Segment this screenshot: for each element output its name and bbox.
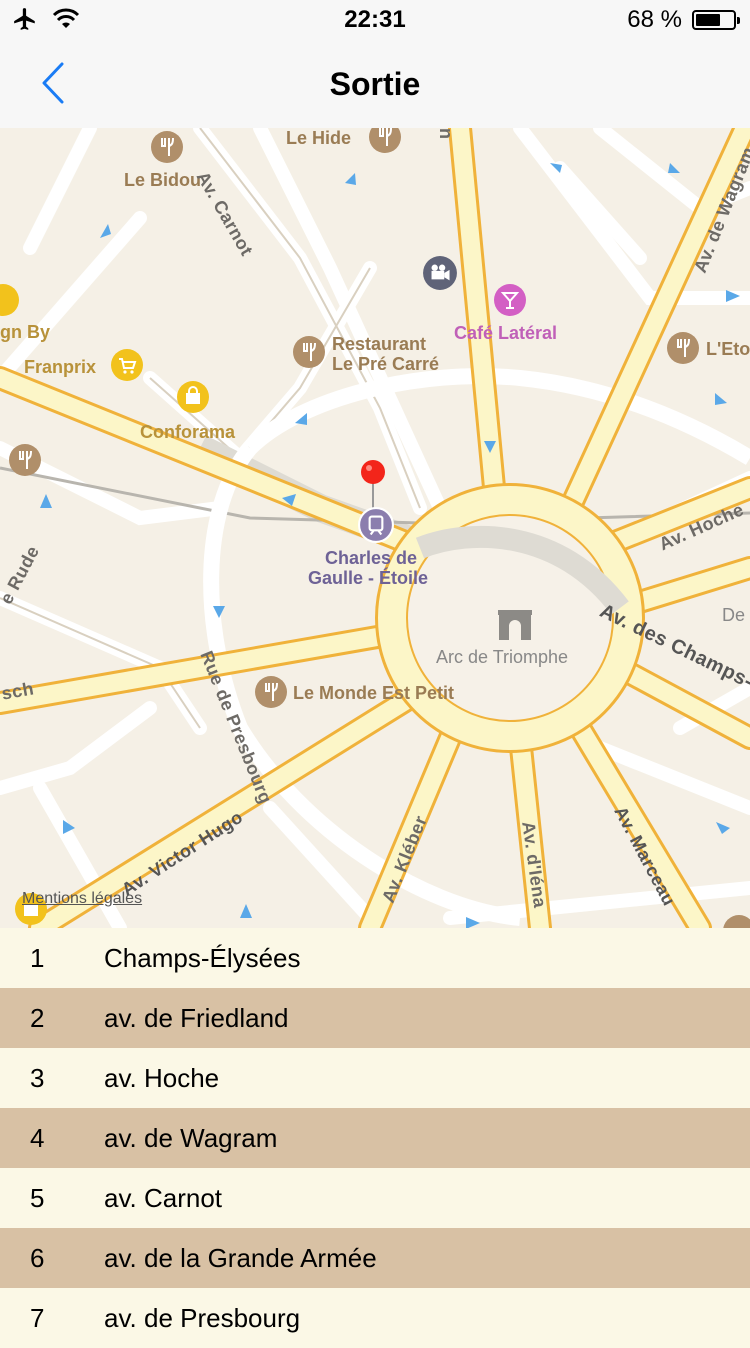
exit-number: 1 (30, 942, 45, 973)
poi-de: De (722, 605, 746, 625)
exit-row[interactable]: 2 av. de Friedland (0, 988, 750, 1048)
exit-name: av. Hoche (104, 1062, 220, 1093)
exit-row[interactable]: 6 av. de la Grande Armée (0, 1228, 750, 1288)
poi-restaurant-line2[interactable]: Le Pré Carré (332, 354, 439, 374)
restaurant-icon[interactable] (8, 443, 42, 477)
restaurant-icon[interactable] (722, 914, 750, 928)
exit-number: 2 (30, 1002, 45, 1033)
exit-number: 7 (30, 1302, 45, 1333)
exit-row[interactable]: 3 av. Hoche (0, 1048, 750, 1108)
poi-arc-de-triomphe[interactable]: Arc de Triomphe (436, 647, 568, 667)
battery-icon (692, 10, 740, 30)
shopping-bag-icon[interactable] (176, 380, 210, 414)
exit-row[interactable]: 4 av. de Wagram (0, 1108, 750, 1168)
exit-list: 1 Champs-Élysées 2 av. de Friedland 3 av. Hoc… (0, 928, 750, 1348)
poi-l-eto[interactable]: L'Eto (706, 339, 750, 359)
exit-row[interactable]: 7 av. de Presbourg (0, 1288, 750, 1348)
arc-de-triomphe-icon (498, 610, 532, 640)
poi-cafe-lateral[interactable]: Café Latéral (454, 323, 557, 343)
exit-name: av. de la Grande Armée (104, 1242, 377, 1273)
restaurant-icon[interactable] (292, 335, 326, 369)
poi-le-hide[interactable]: Le Hide (286, 128, 351, 148)
exit-number: 3 (30, 1062, 45, 1093)
restaurant-icon[interactable] (368, 128, 402, 154)
station-label-line2[interactable]: Gaulle - Étoile (308, 568, 428, 588)
exit-row[interactable]: 1 Champs-Élysées (0, 928, 750, 988)
exit-number: 4 (30, 1122, 45, 1153)
metro-station-icon[interactable] (358, 507, 394, 543)
station-label-line1[interactable]: Charles de (325, 548, 417, 568)
battery-percentage: 68 % (627, 6, 682, 33)
status-right: 68 % (627, 6, 740, 34)
navigation-bar: Sortie (0, 40, 750, 129)
shopping-cart-icon[interactable] (110, 348, 144, 382)
exit-number: 6 (30, 1242, 45, 1273)
exit-number: 5 (30, 1182, 45, 1213)
street-n: n (436, 128, 456, 140)
poi-conforama[interactable]: Conforama (140, 422, 235, 442)
exit-name: av. de Wagram (104, 1122, 278, 1153)
exit-name: av. de Friedland (104, 1002, 289, 1033)
restaurant-icon[interactable] (254, 675, 288, 709)
status-bar: 22:31 68 % (0, 0, 750, 40)
restaurant-icon[interactable] (666, 331, 700, 365)
legal-notice-link[interactable]: Mentions légales (22, 890, 142, 908)
poi-gn-by[interactable]: gn By (0, 322, 50, 342)
exit-name: av. Carnot (104, 1182, 223, 1213)
restaurant-icon[interactable] (150, 130, 184, 164)
poi-franprix[interactable]: Franprix (24, 357, 96, 377)
poi-restaurant-line1[interactable]: Restaurant (332, 334, 426, 354)
battery-fill (696, 14, 721, 26)
page-title: Sortie (329, 66, 421, 102)
exit-name: av. de Presbourg (104, 1302, 301, 1333)
exit-row[interactable]: 5 av. Carnot (0, 1168, 750, 1228)
map-view[interactable]: Le Hide Le Bidou gn By Franprix Conforam… (0, 128, 750, 928)
cocktail-icon[interactable] (493, 283, 527, 317)
poi-le-monde-est-petit[interactable]: Le Monde Est Petit (293, 683, 454, 703)
exit-name: Champs-Élysées (104, 942, 301, 973)
movie-camera-icon[interactable] (422, 255, 458, 291)
shopping-bag-icon[interactable] (0, 283, 20, 317)
poi-le-bidou[interactable]: Le Bidou (124, 170, 201, 190)
